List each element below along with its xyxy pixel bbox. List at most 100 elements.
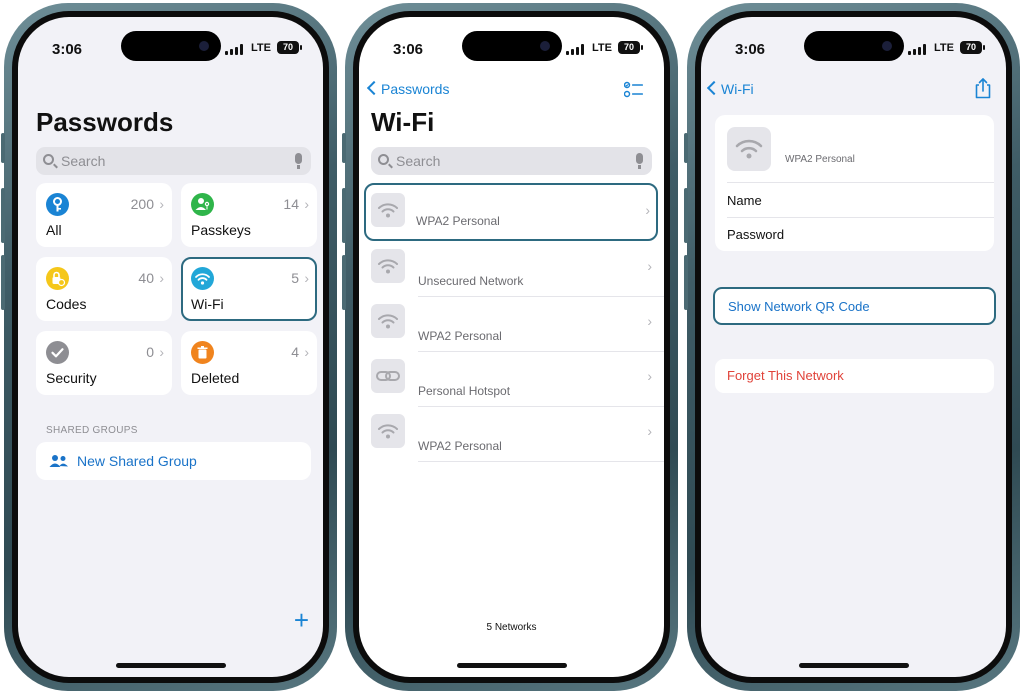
wifi-icon bbox=[371, 414, 405, 448]
status-time: 3:06 bbox=[52, 41, 83, 58]
wifi-icon bbox=[191, 267, 214, 290]
network-row[interactable]: WPA2 Personal › bbox=[371, 408, 664, 462]
category-count: 40 bbox=[138, 270, 154, 286]
search-input[interactable]: Search bbox=[36, 147, 311, 175]
volume-up-button bbox=[684, 188, 688, 243]
back-label: Wi-Fi bbox=[721, 81, 754, 97]
status-bar: 3:06 LTE 70 bbox=[359, 17, 664, 69]
category-wifi[interactable]: 5 › Wi-Fi bbox=[181, 257, 317, 321]
chevron-right-icon: › bbox=[645, 202, 650, 218]
volume-down-button bbox=[684, 255, 688, 310]
page-title: Wi-Fi bbox=[371, 107, 435, 137]
passkey-person-icon bbox=[191, 193, 214, 216]
search-placeholder: Search bbox=[396, 153, 441, 169]
chevron-right-icon: › bbox=[647, 258, 652, 274]
row-separator bbox=[727, 217, 994, 218]
category-count: 5 bbox=[291, 270, 299, 286]
lock-clock-icon bbox=[46, 267, 69, 290]
chevron-right-icon: › bbox=[647, 313, 652, 329]
category-label: Codes bbox=[46, 296, 87, 312]
category-label: All bbox=[46, 222, 62, 238]
dynamic-island bbox=[120, 31, 221, 61]
chevron-right-icon: › bbox=[304, 196, 309, 212]
battery-icon: 70 bbox=[277, 41, 302, 54]
back-label: Passwords bbox=[381, 81, 450, 97]
dynamic-island bbox=[461, 31, 562, 61]
category-security[interactable]: 0 › Security bbox=[36, 331, 172, 395]
category-all[interactable]: 200 › All bbox=[36, 183, 172, 247]
show-qr-label: Show Network QR Code bbox=[728, 299, 870, 314]
phone-bezel: 3:06 LTE 70 Passwords Wi-Fi Search WPA2 … bbox=[353, 11, 670, 683]
people-icon bbox=[49, 454, 69, 468]
network-row[interactable]: Personal Hotspot › bbox=[371, 353, 664, 407]
network-security: WPA2 Personal bbox=[418, 329, 502, 343]
wifi-icon bbox=[371, 304, 405, 338]
chevron-right-icon: › bbox=[159, 344, 164, 360]
row-separator bbox=[418, 351, 664, 352]
row-separator bbox=[418, 461, 664, 462]
category-label: Deleted bbox=[191, 370, 240, 386]
network-row[interactable]: WPA2 Personal › bbox=[371, 298, 664, 352]
checkmark-icon bbox=[46, 341, 69, 364]
network-row[interactable]: Unsecured Network › bbox=[371, 243, 664, 297]
category-count: 14 bbox=[283, 196, 299, 212]
microphone-icon[interactable] bbox=[636, 153, 643, 169]
wifi-icon bbox=[371, 249, 405, 283]
name-field[interactable]: Name bbox=[727, 193, 762, 208]
link-icon bbox=[371, 359, 405, 393]
chevron-left-icon bbox=[366, 80, 382, 96]
network-security: WPA2 Personal bbox=[418, 439, 502, 453]
network-type: LTE bbox=[251, 42, 271, 54]
new-shared-group-label: New Shared Group bbox=[77, 453, 197, 469]
network-detail-card: WPA2 Personal Name Password bbox=[715, 115, 994, 251]
volume-up-button bbox=[1, 188, 5, 243]
search-input[interactable]: Search bbox=[371, 147, 652, 175]
volume-down-button bbox=[342, 255, 346, 310]
forget-network-button[interactable]: Forget This Network bbox=[715, 359, 994, 393]
wifi-icon bbox=[371, 193, 405, 227]
category-label: Passkeys bbox=[191, 222, 251, 238]
page-title: Passwords bbox=[36, 107, 174, 137]
camera-icon bbox=[881, 41, 892, 51]
cellular-signal-icon bbox=[566, 44, 584, 55]
status-time: 3:06 bbox=[393, 41, 424, 58]
home-indicator[interactable] bbox=[115, 663, 226, 668]
volume-up-button bbox=[342, 188, 346, 243]
action-button bbox=[342, 133, 346, 163]
network-security: Unsecured Network bbox=[418, 274, 524, 288]
microphone-icon[interactable] bbox=[295, 153, 302, 169]
phone-passwords: 3:06 LTE 70 Passwords Search 200 › All 1… bbox=[1, 3, 337, 691]
home-indicator[interactable] bbox=[798, 663, 909, 668]
back-button[interactable]: Wi-Fi bbox=[706, 80, 779, 101]
network-security: WPA2 Personal bbox=[785, 154, 855, 165]
cellular-signal-icon bbox=[908, 44, 926, 55]
shared-groups-header: SHARED GROUPS bbox=[46, 425, 138, 436]
share-icon[interactable] bbox=[974, 77, 992, 99]
network-row[interactable]: WPA2 Personal › bbox=[364, 183, 658, 241]
category-deleted[interactable]: 4 › Deleted bbox=[181, 331, 317, 395]
category-count: 4 bbox=[291, 344, 299, 360]
key-icon bbox=[46, 193, 69, 216]
phone-network-detail: 3:06 LTE 70 Wi-Fi WPA2 Personal Name Pas… bbox=[684, 3, 1020, 691]
camera-icon bbox=[198, 41, 209, 51]
phone-wifi-list: 3:06 LTE 70 Passwords Wi-Fi Search WPA2 … bbox=[342, 3, 678, 691]
chevron-right-icon: › bbox=[304, 270, 309, 286]
battery-icon: 70 bbox=[960, 41, 985, 54]
cellular-signal-icon bbox=[225, 44, 243, 55]
home-indicator[interactable] bbox=[456, 663, 567, 668]
category-label: Wi-Fi bbox=[191, 296, 224, 312]
add-password-button[interactable]: + bbox=[294, 607, 309, 633]
category-passkeys[interactable]: 14 › Passkeys bbox=[181, 183, 317, 247]
category-count: 200 bbox=[130, 196, 154, 212]
forget-network-label: Forget This Network bbox=[727, 368, 844, 383]
show-network-qr-code-button[interactable]: Show Network QR Code bbox=[713, 287, 996, 325]
password-field[interactable]: Password bbox=[727, 227, 784, 242]
back-button[interactable]: Passwords bbox=[366, 80, 479, 101]
volume-down-button bbox=[1, 255, 5, 310]
network-type: LTE bbox=[592, 42, 612, 54]
dynamic-island bbox=[803, 31, 904, 61]
new-shared-group-button[interactable]: New Shared Group bbox=[36, 442, 311, 480]
chevron-right-icon: › bbox=[647, 368, 652, 384]
category-codes[interactable]: 40 › Codes bbox=[36, 257, 172, 321]
select-list-icon[interactable] bbox=[623, 81, 644, 99]
